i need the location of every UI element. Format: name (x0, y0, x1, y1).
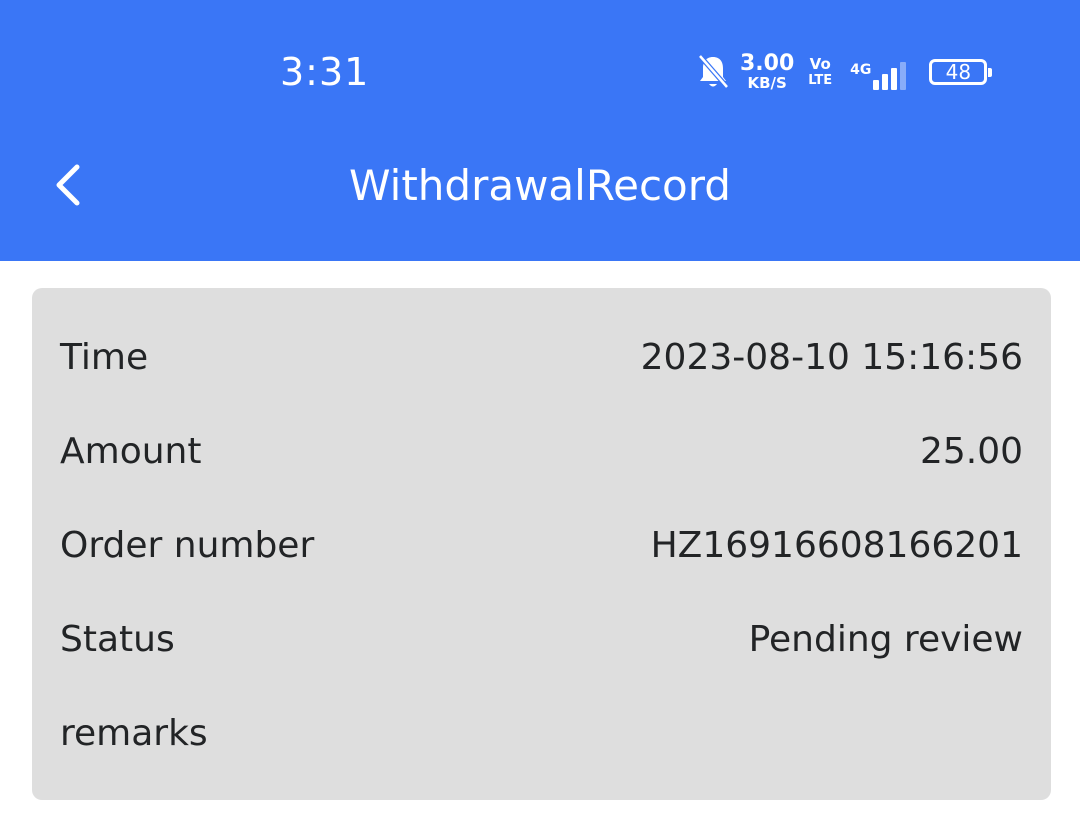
speed-value: 3.00 (740, 51, 795, 76)
time-label: Time (60, 336, 149, 378)
volte-indicator: Vo LTE (808, 55, 833, 88)
battery-icon: 48 (929, 59, 993, 85)
status-value: Pending review (748, 618, 1023, 660)
withdrawal-record-card: Time 2023-08-10 15:16:56 Amount 25.00 Or… (32, 288, 1051, 800)
bell-muted-icon (698, 54, 729, 89)
app-header: 3:31 3.00 KB/S Vo LTE 4G 48 WithdrawalRe… (0, 0, 1080, 261)
battery-level: 48 (945, 60, 972, 84)
record-row-order-number: Order number HZ16916608166201 (60, 520, 1023, 570)
volte-bottom: LTE (808, 73, 833, 88)
time-value: 2023-08-10 15:16:56 (640, 336, 1023, 378)
amount-value: 25.00 (919, 430, 1023, 472)
status-time: 3:31 (280, 50, 370, 94)
network-type: 4G (850, 62, 872, 78)
amount-label: Amount (60, 430, 202, 472)
remarks-label: remarks (60, 712, 208, 754)
speed-unit: KB/S (747, 74, 787, 92)
signal-icon: 4G (850, 54, 909, 90)
network-speed: 3.00 KB/S (740, 53, 794, 91)
page-title: WithdrawalRecord (349, 161, 731, 210)
record-row-remarks: remarks (60, 708, 1023, 758)
status-icons: 3.00 KB/S Vo LTE 4G 48 (696, 50, 993, 94)
order-number-value: HZ16916608166201 (650, 524, 1023, 566)
volte-top: Vo (809, 55, 831, 73)
record-row-status: Status Pending review (60, 614, 1023, 664)
status-label: Status (60, 618, 175, 660)
record-row-amount: Amount 25.00 (60, 426, 1023, 476)
record-row-time: Time 2023-08-10 15:16:56 (60, 332, 1023, 382)
order-number-label: Order number (60, 524, 315, 566)
